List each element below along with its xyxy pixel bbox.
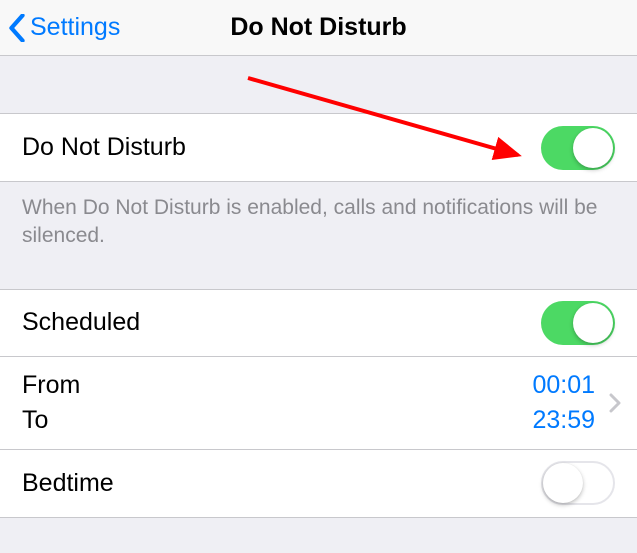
back-label: Settings — [30, 13, 120, 42]
from-label: From — [22, 371, 532, 400]
toggle-knob — [573, 303, 613, 343]
dnd-row: Do Not Disturb — [0, 114, 637, 182]
bedtime-row: Bedtime — [0, 450, 637, 518]
time-labels: From To — [22, 371, 532, 435]
bedtime-label: Bedtime — [22, 469, 541, 498]
from-value: 00:01 — [532, 371, 595, 400]
chevron-left-icon — [8, 14, 26, 42]
to-label: To — [22, 406, 532, 435]
scheduled-row: Scheduled — [0, 289, 637, 357]
time-values: 00:01 23:59 — [532, 371, 595, 435]
dnd-footer-text: When Do Not Disturb is enabled, calls an… — [0, 182, 637, 289]
chevron-right-icon — [601, 393, 629, 413]
toggle-knob — [543, 463, 583, 503]
scheduled-label: Scheduled — [22, 308, 541, 337]
scheduled-toggle[interactable] — [541, 301, 615, 345]
schedule-time-row[interactable]: From To 00:01 23:59 — [0, 357, 637, 450]
bedtime-toggle[interactable] — [541, 461, 615, 505]
dnd-label: Do Not Disturb — [22, 133, 541, 162]
section-spacer — [0, 56, 637, 114]
back-button[interactable]: Settings — [0, 0, 128, 55]
dnd-toggle[interactable] — [541, 126, 615, 170]
toggle-knob — [573, 128, 613, 168]
navbar: Settings Do Not Disturb — [0, 0, 637, 56]
to-value: 23:59 — [532, 406, 595, 435]
